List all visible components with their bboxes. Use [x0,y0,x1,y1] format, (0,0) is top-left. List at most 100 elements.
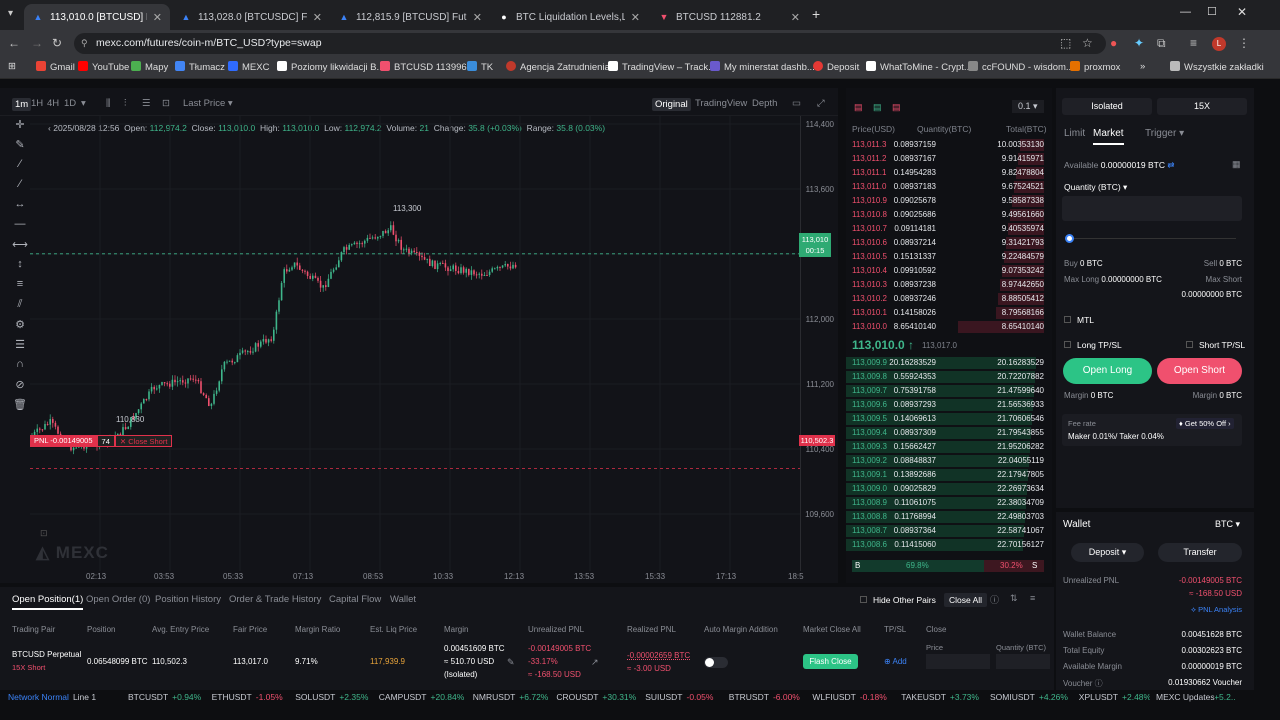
quantity-input[interactable] [1062,196,1242,221]
flash-close-button[interactable]: Flash Close [803,654,858,669]
bookmark-minerstat[interactable]: My minerstat dashb... [710,61,815,73]
reload-icon[interactable]: ↻ [52,36,62,50]
browser-tab-2[interactable]: ▲ 113,028.0 [BTCUSDC] Futures, U ✕ [172,4,330,30]
bookmark-star-icon[interactable]: ☆ [1082,36,1093,50]
calculator-icon[interactable]: ▦ [1232,159,1241,170]
quantity-label[interactable]: Quantity (BTC) ▾ [1064,182,1127,193]
book-bids-icon[interactable]: ▤ [873,102,882,113]
timeframe-dropdown-icon[interactable]: ▾ [81,98,86,109]
ask-row[interactable]: 113,011.3 0.08937159 10.00353130 [846,138,1044,152]
tab-limit[interactable]: Limit [1064,128,1085,139]
chart-settings-icon[interactable]: ⊡ [40,528,48,539]
bookmark-tk[interactable]: TK [467,61,493,73]
edit-margin-icon[interactable]: ✎ [507,657,515,668]
ticker-item[interactable]: BTCUSDT +0.94% [128,692,201,702]
pos-rpnl-btc[interactable]: -0.00002659 BTC [627,651,690,660]
bookmark-agencja[interactable]: Agencja Zatrudnienia [506,61,610,73]
ray-icon[interactable]: ⟷ [10,238,30,251]
browser-tab-4[interactable]: ● BTC Liquidation Levels,Liquidat ✕ [490,4,648,30]
close-short-button[interactable]: ✕ Close Short [114,435,173,447]
bid-row[interactable]: 113,009.5 0.14069613 21.70606546 [846,412,1044,426]
close-tab-icon[interactable]: ✕ [153,11,162,24]
mexc-updates-link[interactable]: MEXC Updates [1150,692,1215,702]
site-info-icon[interactable]: ⚲ [81,33,88,54]
bid-row[interactable]: 113,008.6 0.11415060 22.70156127 [846,538,1044,552]
ticker-item[interactable]: CAMPUSDT +20.84% [379,692,465,702]
book-both-icon[interactable]: ▤ [854,102,863,113]
ticker-item[interactable]: CROUSDT +30.31% [556,692,636,702]
transfer-button[interactable]: Transfer [1158,543,1242,562]
ask-row[interactable]: 113,010.1 0.14158026 8.79568166 [846,306,1044,320]
bid-row[interactable]: 113,009.2 0.08848837 22.04055119 [846,454,1044,468]
ask-row[interactable]: 113,010.3 0.08937238 8.97442650 [846,278,1044,292]
short-tpsl-checkbox[interactable]: Short TP/SL [1186,340,1245,350]
price-chart-canvas[interactable] [30,116,800,571]
step-select[interactable]: 0.1 ▾ [1012,100,1044,113]
pencil-icon[interactable]: ✎ [10,138,30,151]
tab-open-position[interactable]: Open Position(1) [12,594,84,610]
close-tab-icon[interactable]: ✕ [313,11,322,24]
deposit-button[interactable]: Deposit ▾ [1071,543,1144,562]
mtl-checkbox[interactable]: MTL [1064,315,1094,325]
auto-margin-toggle[interactable] [704,657,728,668]
ticker-item[interactable]: WLFIUSDT -0.18% [812,692,886,702]
price-type-select[interactable]: Last Price ▾ [183,98,233,109]
wallet-currency-select[interactable]: BTC ▾ [1215,519,1240,530]
open-short-button[interactable]: Open Short [1157,358,1242,384]
bookmark-proxmox[interactable]: proxmox [1070,61,1120,73]
close-tab-icon[interactable]: ✕ [473,11,482,24]
leverage-button[interactable]: 15X [1157,98,1247,115]
bookmark-youtube[interactable]: YouTube [78,61,129,73]
media-icon[interactable]: ≡ [1190,36,1197,50]
ask-row[interactable]: 113,010.9 0.09025678 9.58587338 [846,194,1044,208]
ticker-item[interactable]: ETHUSDT -1.05% [212,692,283,702]
close-price-input[interactable] [926,654,990,669]
ask-row[interactable]: 113,011.2 0.08937167 9.91415971 [846,152,1044,166]
bid-row[interactable]: 113,009.1 0.13892686 22.17947805 [846,468,1044,482]
long-tpsl-checkbox[interactable]: Long TP/SL [1064,340,1122,350]
timeframe-1d[interactable]: 1D [64,98,76,109]
timeframe-1m[interactable]: 1m [12,98,32,111]
view-original[interactable]: Original [652,98,691,111]
view-tradingview[interactable]: TradingView [695,98,747,109]
forward-icon[interactable]: → [31,36,43,50]
layout-icon[interactable]: ▭ [792,98,801,109]
settings-list-icon[interactable]: ☰ [142,98,151,109]
maximize-icon[interactable]: ☐ [1207,5,1217,18]
promo-badge[interactable]: ♦ Get 50% Off › [1176,418,1234,429]
info-icon[interactable]: ⓘ [1095,679,1103,688]
bid-row[interactable]: 113,008.7 0.08937364 22.58741067 [846,524,1044,538]
ask-row[interactable]: 113,010.4 0.09910592 9.07353242 [846,264,1044,278]
url-field[interactable]: ⚲ mexc.com/futures/coin-m/BTC_USD?type=sw… [74,33,1106,54]
info-icon[interactable]: ⓘ [990,593,999,606]
ask-row[interactable]: 113,011.0 0.08937183 9.67524521 [846,180,1044,194]
ask-row[interactable]: 113,010.2 0.08937246 8.88505412 [846,292,1044,306]
ask-row[interactable]: 113,010.7 0.09114181 9.40535974 [846,222,1044,236]
bid-row[interactable]: 113,008.9 0.11061075 22.38034709 [846,496,1044,510]
book-asks-icon[interactable]: ▤ [892,102,901,113]
minimize-icon[interactable]: — [1180,6,1191,18]
all-bookmarks-folder[interactable]: Wszystkie zakładki [1170,61,1264,73]
tab-trigger[interactable]: Trigger ▾ [1145,128,1184,139]
tab-order-history[interactable]: Order & Trade History [229,594,321,605]
crosshair-icon[interactable]: ✛ [10,118,30,131]
bookmark-tlumacz[interactable]: Tłumacz [175,61,225,73]
tab-capital-flow[interactable]: Capital Flow [329,594,381,605]
share-icon[interactable]: ↗ [591,657,599,668]
close-tab-icon[interactable]: ✕ [631,11,640,24]
bookmark-gmail[interactable]: Gmail [36,61,75,73]
fullscreen-icon[interactable]: ⤢ [817,98,825,109]
close-all-button[interactable]: Close All [944,593,988,607]
ticker-item[interactable]: SUIUSDT -0.05% [645,692,713,702]
list-settings-icon[interactable]: ≡ [1030,593,1035,603]
add-tpsl-button[interactable]: ⊕ Add [884,657,907,666]
bid-row[interactable]: 113,009.3 0.15662427 21.95206282 [846,440,1044,454]
screenshot-icon[interactable]: ⊡ [162,98,170,109]
bookmark-btcusd[interactable]: BTCUSD 113996.9 [380,61,475,73]
ticker-item[interactable]: SOMIUSDT +4.26% [990,692,1068,702]
bid-row[interactable]: 113,009.4 0.08937309 21.79543855 [846,426,1044,440]
bookmark-deposit[interactable]: Deposit [813,61,859,73]
hide-drawings-icon[interactable]: ⊘ [10,378,30,391]
apps-grid-icon[interactable]: ⊞ [8,61,16,72]
candle-type-icon[interactable]: ⫶ [124,98,126,109]
